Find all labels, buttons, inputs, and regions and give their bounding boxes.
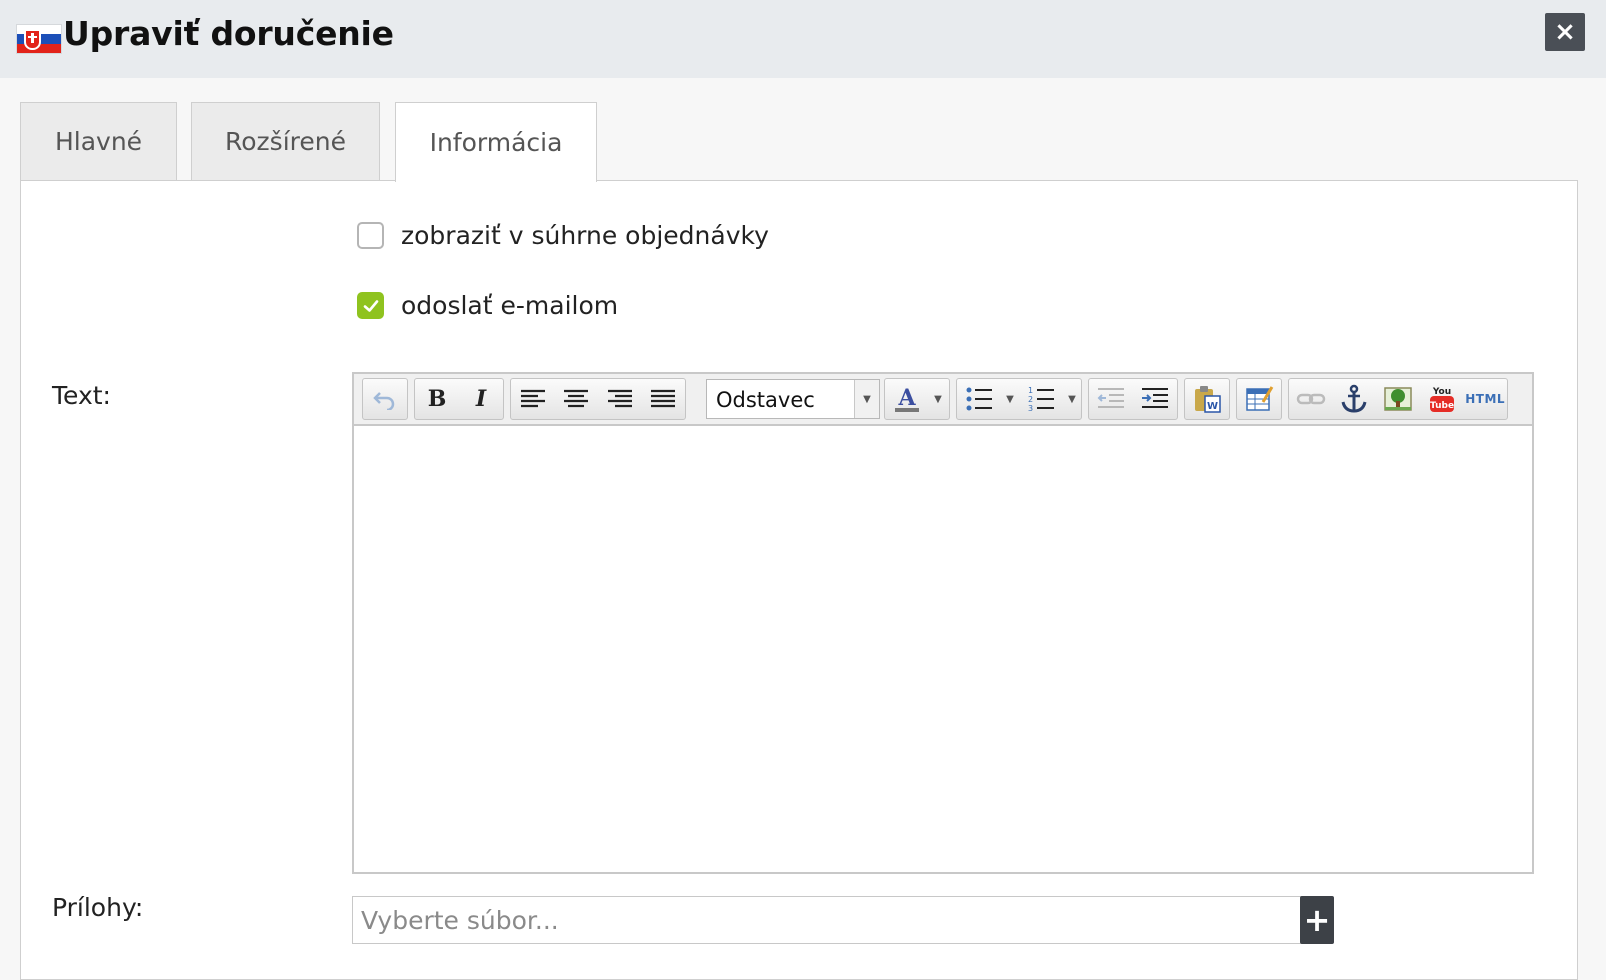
text-field-label: Text: [52,381,111,410]
slovakia-flag-icon [17,25,61,53]
plus-icon: + [1303,901,1331,939]
svg-text:1: 1 [1028,386,1033,395]
italic-icon[interactable]: I [459,379,503,419]
align-justify-icon[interactable] [642,379,686,419]
tab-label: Hlavné [54,127,143,156]
show-in-summary-label: zobraziť v súhrne objednávky [401,221,769,250]
outdent-icon[interactable] [1089,379,1133,419]
tab-label: Informácia [429,128,563,157]
font-color-icon[interactable]: A [885,379,929,419]
tab-label: Rozšírené [225,127,346,156]
dialog-title: Upraviť doručenie [63,14,394,53]
svg-text:You: You [1431,387,1450,397]
show-in-summary-checkbox[interactable] [357,222,384,249]
chevron-down-icon: ▼ [854,380,879,418]
svg-text:A: A [897,385,916,411]
numbered-list-dropdown-icon[interactable]: ▼ [1063,379,1081,419]
bullet-list-icon[interactable] [957,379,1001,419]
svg-text:W: W [1207,401,1218,412]
align-left-icon[interactable] [511,379,555,419]
svg-text:2: 2 [1028,395,1033,404]
checkmark-icon [363,299,378,312]
tab-rozsirene[interactable]: Rozšírené [191,102,380,180]
anchor-icon[interactable] [1333,379,1377,419]
format-select-value: Odstavec [716,388,815,412]
insert-table-icon[interactable] [1237,379,1281,419]
tab-informacia[interactable]: Informácia [395,102,597,182]
attachments-label: Prílohy: [52,893,144,922]
link-icon[interactable] [1289,379,1333,419]
bullet-list-dropdown-icon[interactable]: ▼ [1001,379,1019,419]
close-icon: × [1554,17,1576,47]
tab-hlavne[interactable]: Hlavné [20,102,177,180]
paste-word-icon[interactable]: W [1185,379,1229,419]
editor-toolbar: B I Odstavec ▼ A ▼ ▼ 1 2 3 ▼ W You Tube … [354,374,1532,426]
youtube-icon[interactable]: You Tube [1420,379,1464,419]
align-center-icon[interactable] [555,379,599,419]
file-select-input[interactable] [352,896,1304,944]
format-select[interactable]: Odstavec ▼ [706,379,880,419]
rich-text-editor: B I Odstavec ▼ A ▼ ▼ 1 2 3 ▼ W You Tube … [352,372,1534,874]
add-attachment-button[interactable]: + [1300,896,1334,944]
undo-icon[interactable] [363,379,407,419]
show-in-summary-option[interactable]: zobraziť v súhrne objednávky [357,221,769,250]
svg-text:3: 3 [1028,404,1033,412]
insert-image-icon[interactable] [1376,379,1420,419]
indent-icon[interactable] [1133,379,1177,419]
html-source-icon[interactable]: HTML [1463,379,1507,419]
align-right-icon[interactable] [598,379,642,419]
close-button[interactable]: × [1545,13,1585,51]
numbered-list-icon[interactable]: 123 [1019,379,1063,419]
dialog-header: Upraviť doručenie × [0,0,1606,78]
send-email-label: odoslať e-mailom [401,291,619,320]
font-color-dropdown-icon[interactable]: ▼ [929,379,947,419]
send-email-option[interactable]: odoslať e-mailom [357,291,618,320]
bold-icon[interactable]: B [415,379,459,419]
send-email-checkbox[interactable] [357,292,384,319]
svg-text:Tube: Tube [1430,401,1454,411]
